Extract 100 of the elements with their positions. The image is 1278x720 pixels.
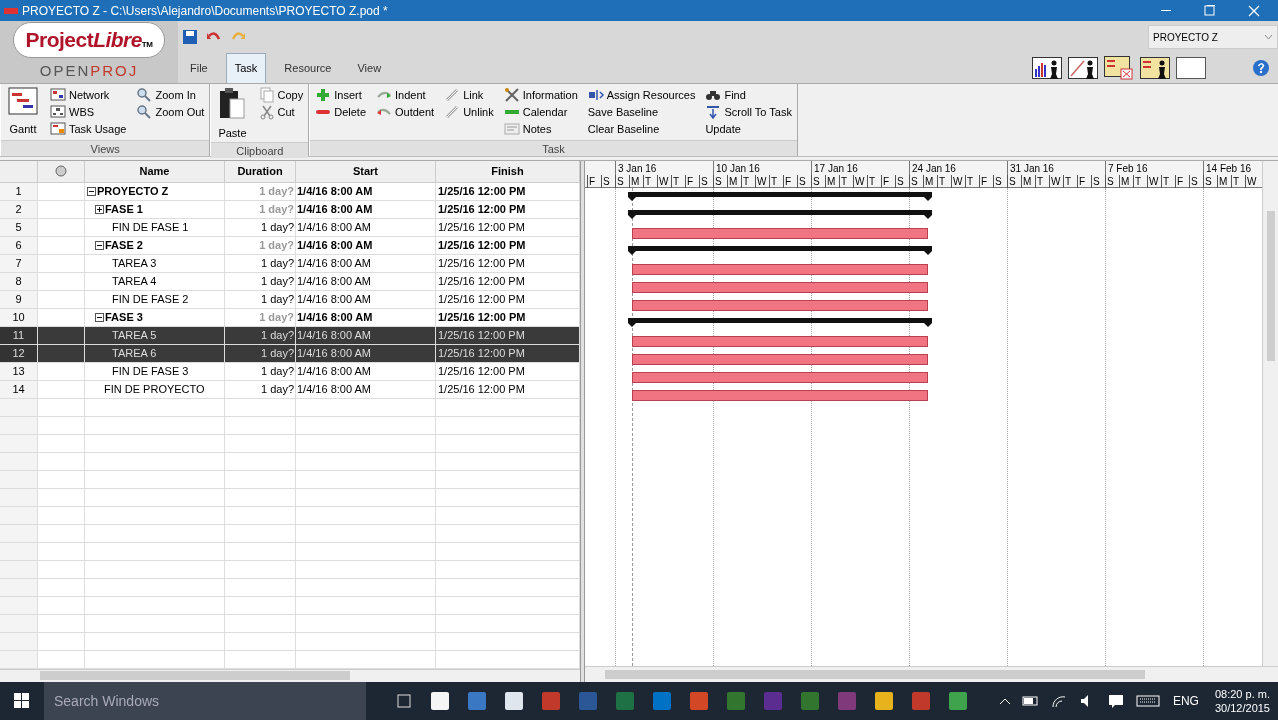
scroll-to-icon xyxy=(705,104,722,120)
day-label: W xyxy=(755,175,769,188)
blank-toolbar-button[interactable] xyxy=(1176,57,1206,79)
summary-bar[interactable] xyxy=(628,246,932,256)
project-dropdown[interactable]: PROYECTO Z xyxy=(1148,25,1278,49)
summary-bar[interactable] xyxy=(628,318,932,328)
collapse-icon[interactable] xyxy=(95,312,104,322)
menu-tab[interactable]: File xyxy=(182,53,216,83)
ribbon-button[interactable]: Assign Resources xyxy=(587,87,696,103)
ribbon-button[interactable]: Update xyxy=(705,121,792,137)
task-name: FASE 1 xyxy=(105,202,143,218)
note-icon xyxy=(503,121,520,137)
logo-text: ProjectLibreTM xyxy=(12,22,166,58)
ribbon-button[interactable]: Find xyxy=(705,87,792,103)
day-label: M xyxy=(1021,175,1035,188)
day-label: M xyxy=(1119,175,1133,188)
menu-tab[interactable]: Task xyxy=(225,53,267,83)
empty-cell xyxy=(225,398,296,417)
day-label: T xyxy=(643,175,657,188)
menu-tab[interactable]: View xyxy=(349,53,390,83)
day-label: W xyxy=(1245,175,1259,188)
ribbon-button[interactable]: Unlink xyxy=(444,104,494,120)
start-cell: 1/4/16 8:00 AM xyxy=(296,344,436,363)
start-cell: 1/4/16 8:00 AM xyxy=(296,290,436,309)
day-label: S xyxy=(713,175,727,188)
ribbon-button[interactable]: WBS xyxy=(50,104,127,120)
day-label: W xyxy=(1147,175,1161,188)
network-icon xyxy=(50,87,66,103)
ribbon-button[interactable]: Delete xyxy=(315,104,366,120)
day-label: T xyxy=(1133,175,1147,188)
ribbon-group-label: Task xyxy=(310,140,797,156)
ribbon-button[interactable]: Information xyxy=(503,87,578,103)
task-name: TAREA 3 xyxy=(112,256,157,272)
day-label: T xyxy=(937,175,951,188)
day-label: S xyxy=(909,175,923,188)
gantt-chart-icon xyxy=(8,87,38,115)
ribbon-button[interactable]: Notes xyxy=(503,121,578,137)
duration-cell: 1 day? xyxy=(225,182,296,201)
ribbon-large-button[interactable]: Paste xyxy=(216,87,249,142)
ribbon-button[interactable]: Insert xyxy=(315,87,366,103)
magnifier-icon xyxy=(136,104,153,120)
ribbon-button[interactable]: Calendar xyxy=(503,104,578,120)
ribbon-button[interactable]: Outdent xyxy=(376,104,435,120)
empty-cell xyxy=(225,596,296,615)
day-label: F xyxy=(979,175,993,188)
day-label: T xyxy=(1231,175,1245,188)
table-remove-icon[interactable] xyxy=(1104,56,1134,80)
empty-cell xyxy=(225,470,296,489)
empty-cell xyxy=(225,632,296,651)
task-name: FASE 3 xyxy=(105,310,143,326)
vertical-scrollbar[interactable] xyxy=(1262,161,1278,666)
help-icon[interactable] xyxy=(1252,59,1270,77)
summary-bar[interactable] xyxy=(628,210,932,220)
assign-icon xyxy=(587,87,604,103)
search-field[interactable]: Search Windows xyxy=(44,682,366,720)
day-label: T xyxy=(839,175,853,188)
day-label: S xyxy=(797,175,811,188)
collapse-icon[interactable] xyxy=(95,240,104,250)
empty-cell xyxy=(225,578,296,597)
empty-cell xyxy=(225,614,296,633)
column-header[interactable]: Duration xyxy=(225,161,296,182)
day-label: T xyxy=(741,175,755,188)
ribbon-button[interactable]: Network xyxy=(50,87,127,103)
day-label: S xyxy=(993,175,1007,188)
ribbon-button[interactable]: Save Baseline xyxy=(587,104,696,120)
start-cell: 1/4/16 8:00 AM xyxy=(296,236,436,255)
histogram-icon[interactable] xyxy=(1032,57,1062,79)
day-label: S xyxy=(1007,175,1021,188)
ribbon-group-label: Clipboard xyxy=(211,141,309,158)
start-cell: 1/4/16 8:00 AM xyxy=(296,200,436,219)
collapse-icon[interactable] xyxy=(87,186,96,196)
save-icon[interactable] xyxy=(182,29,198,45)
ribbon-button[interactable]: Copy xyxy=(258,87,304,103)
ribbon-button[interactable]: Link xyxy=(444,87,494,103)
duration-cell: 1 day? xyxy=(225,218,296,237)
task-name: FIN DE PROYECTO xyxy=(104,382,205,398)
copy-icon xyxy=(258,87,275,103)
day-label: M xyxy=(629,175,643,188)
ribbon-button[interactable]: Indent xyxy=(376,87,435,103)
clock[interactable]: 08:20 p. m. 30/12/2015 xyxy=(1206,687,1278,715)
ribbon-button[interactable]: Cut xyxy=(258,104,304,120)
duration-cell: 1 day? xyxy=(225,272,296,291)
table-icon xyxy=(50,121,66,137)
ribbon-button[interactable]: Zoom In xyxy=(136,87,205,103)
summary-bar[interactable] xyxy=(628,192,932,202)
ribbon-large-button[interactable]: Gantt xyxy=(6,87,40,138)
ribbon-button[interactable]: Clear Baseline xyxy=(587,121,696,137)
column-header[interactable]: Name xyxy=(85,161,225,182)
day-label: F xyxy=(881,175,895,188)
day-label: S xyxy=(615,175,629,188)
ribbon-button[interactable]: Scroll To Task xyxy=(705,104,792,120)
menu-tab[interactable]: Resource xyxy=(276,53,340,83)
language-indicator[interactable]: ENG xyxy=(1164,692,1207,710)
table-person-icon[interactable] xyxy=(1140,57,1170,79)
column-header[interactable]: Start xyxy=(296,161,436,182)
day-label: T xyxy=(867,175,881,188)
ribbon-button[interactable]: Task Usage xyxy=(50,121,127,137)
ribbon-button[interactable]: Zoom Out xyxy=(136,104,205,120)
horizontal-scrollbar[interactable] xyxy=(585,666,1278,682)
expand-icon[interactable] xyxy=(95,204,104,214)
